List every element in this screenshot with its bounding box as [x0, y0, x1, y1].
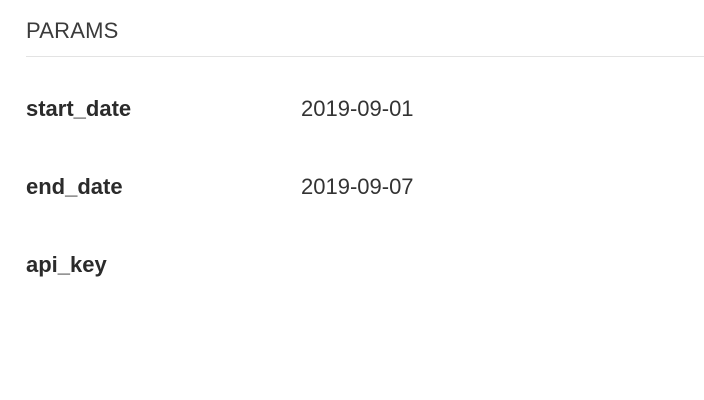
param-row-end-date: end_date 2019-09-07: [26, 156, 704, 234]
param-name: api_key: [26, 252, 107, 277]
section-title: PARAMS: [26, 18, 119, 43]
param-row-api-key: api_key: [26, 234, 704, 312]
param-name: end_date: [26, 174, 123, 199]
params-section-header: PARAMS: [26, 14, 704, 57]
param-row-start-date: start_date 2019-09-01: [26, 78, 704, 156]
params-list: start_date 2019-09-01 end_date 2019-09-0…: [26, 78, 704, 312]
param-name: start_date: [26, 96, 132, 121]
param-value: 2019-09-01: [301, 96, 414, 121]
param-value: 2019-09-07: [301, 174, 414, 199]
